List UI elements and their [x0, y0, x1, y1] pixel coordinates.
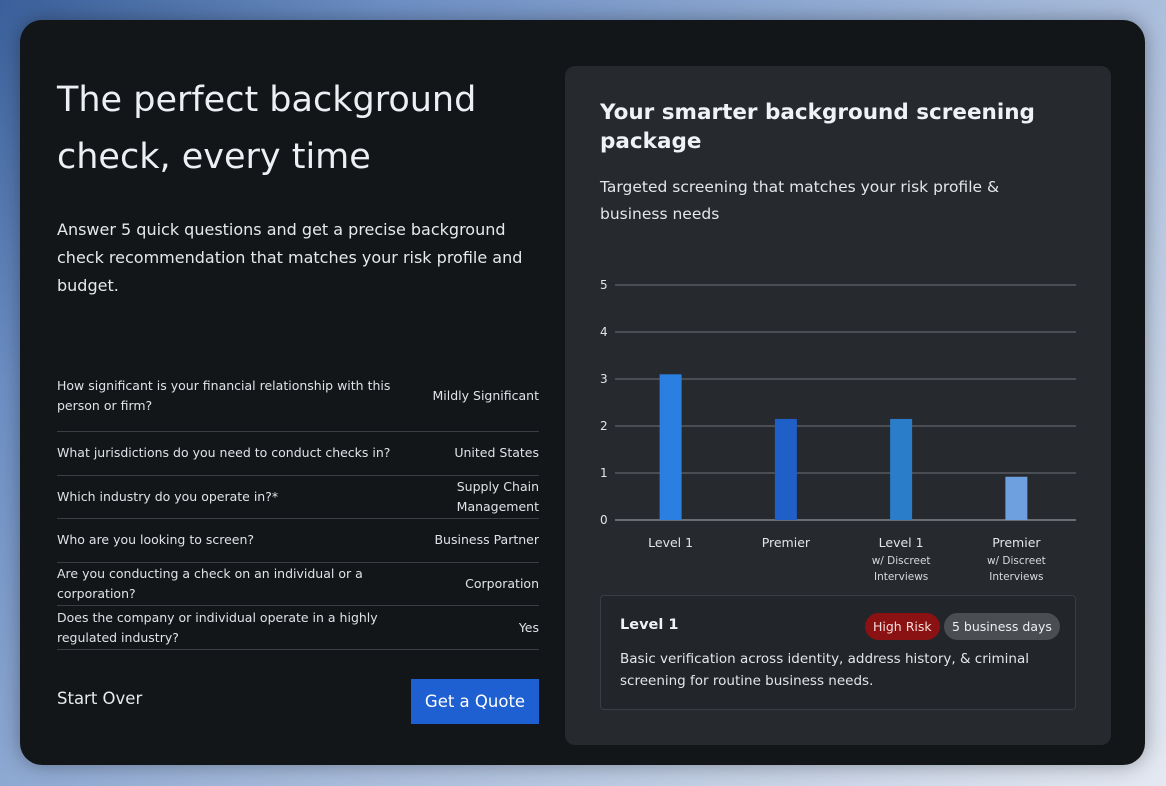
start-over-link[interactable]: Start Over [57, 689, 142, 708]
answer-value: Business Partner [434, 532, 539, 548]
list-item[interactable]: What jurisdictions do you need to conduc… [57, 432, 539, 476]
question-label: What jurisdictions do you need to conduc… [57, 445, 391, 461]
x-tick-sublabel: w/ Discreet [987, 555, 1046, 567]
list-item[interactable]: How significant is your financial relati… [57, 361, 539, 432]
chart-bar [774, 418, 797, 520]
panel-title: Your smarter background screening packag… [600, 100, 1035, 154]
list-item[interactable]: Which industry do you operate in?* Suppl… [57, 476, 539, 520]
y-tick-label: 3 [600, 372, 608, 386]
x-tick-label: Level 1 [879, 535, 924, 550]
list-item[interactable]: Does the company or individual operate i… [57, 606, 539, 650]
chart-bar [890, 418, 913, 520]
package-chart: 0 1 2 3 4 5 Level 1 Premier Level 1 w/ Discreet In… [600, 278, 1076, 583]
question-label: Which industry do you operate in?* [57, 488, 279, 504]
x-tick-sublabel: Interviews [874, 571, 928, 583]
answer-value: Supply Chain Management [456, 478, 539, 514]
page-subtitle: Answer 5 quick questions and get a preci… [57, 220, 523, 295]
page-title: The perfect background check, every time [57, 80, 477, 177]
answer-value: Corporation [465, 576, 539, 592]
x-tick-label: Premier [992, 535, 1041, 550]
x-tick-label: Premier [762, 535, 811, 550]
question-label: Are you conducting a check on an individ… [57, 566, 363, 602]
card-description: Basic verification across identity, addr… [620, 651, 1030, 689]
get-quote-button[interactable]: Get a Quote [411, 679, 539, 724]
answer-value: United States [454, 445, 539, 461]
answer-value: Yes [518, 619, 539, 635]
question-label: How significant is your financial relati… [57, 378, 391, 413]
left-column: The perfect background check, every time… [57, 20, 539, 765]
chart-bar [659, 374, 682, 520]
turnaround-badge: 5 business days [944, 613, 1060, 640]
y-tick-label: 0 [600, 513, 608, 527]
x-tick-label: Level 1 [648, 535, 693, 550]
answer-value: Mildly Significant [432, 388, 539, 403]
x-tick-sublabel: w/ Discreet [872, 555, 931, 567]
y-tick-label: 4 [600, 325, 608, 339]
y-tick-label: 1 [600, 466, 608, 480]
risk-badge: High Risk [865, 613, 940, 640]
list-item[interactable]: Are you conducting a check on an individ… [57, 563, 539, 607]
list-item[interactable]: Who are you looking to screen? Business … [57, 519, 539, 563]
y-tick-label: 5 [600, 278, 608, 292]
recommendation-card: Level 1 High Risk 5 business days Basic … [600, 595, 1076, 710]
app-frame: The perfect background check, every time… [20, 20, 1145, 765]
recommendation-panel: Your smarter background screening packag… [565, 66, 1111, 745]
card-title: Level 1 [620, 617, 679, 633]
question-label: Does the company or individual operate i… [57, 609, 378, 645]
y-tick-label: 2 [600, 419, 608, 433]
answers-list: How significant is your financial relati… [57, 361, 539, 650]
panel-subtitle: Targeted screening that matches your ris… [600, 178, 1000, 223]
chart-bar [1005, 476, 1028, 520]
x-tick-sublabel: Interviews [989, 571, 1043, 583]
question-label: Who are you looking to screen? [57, 532, 255, 548]
